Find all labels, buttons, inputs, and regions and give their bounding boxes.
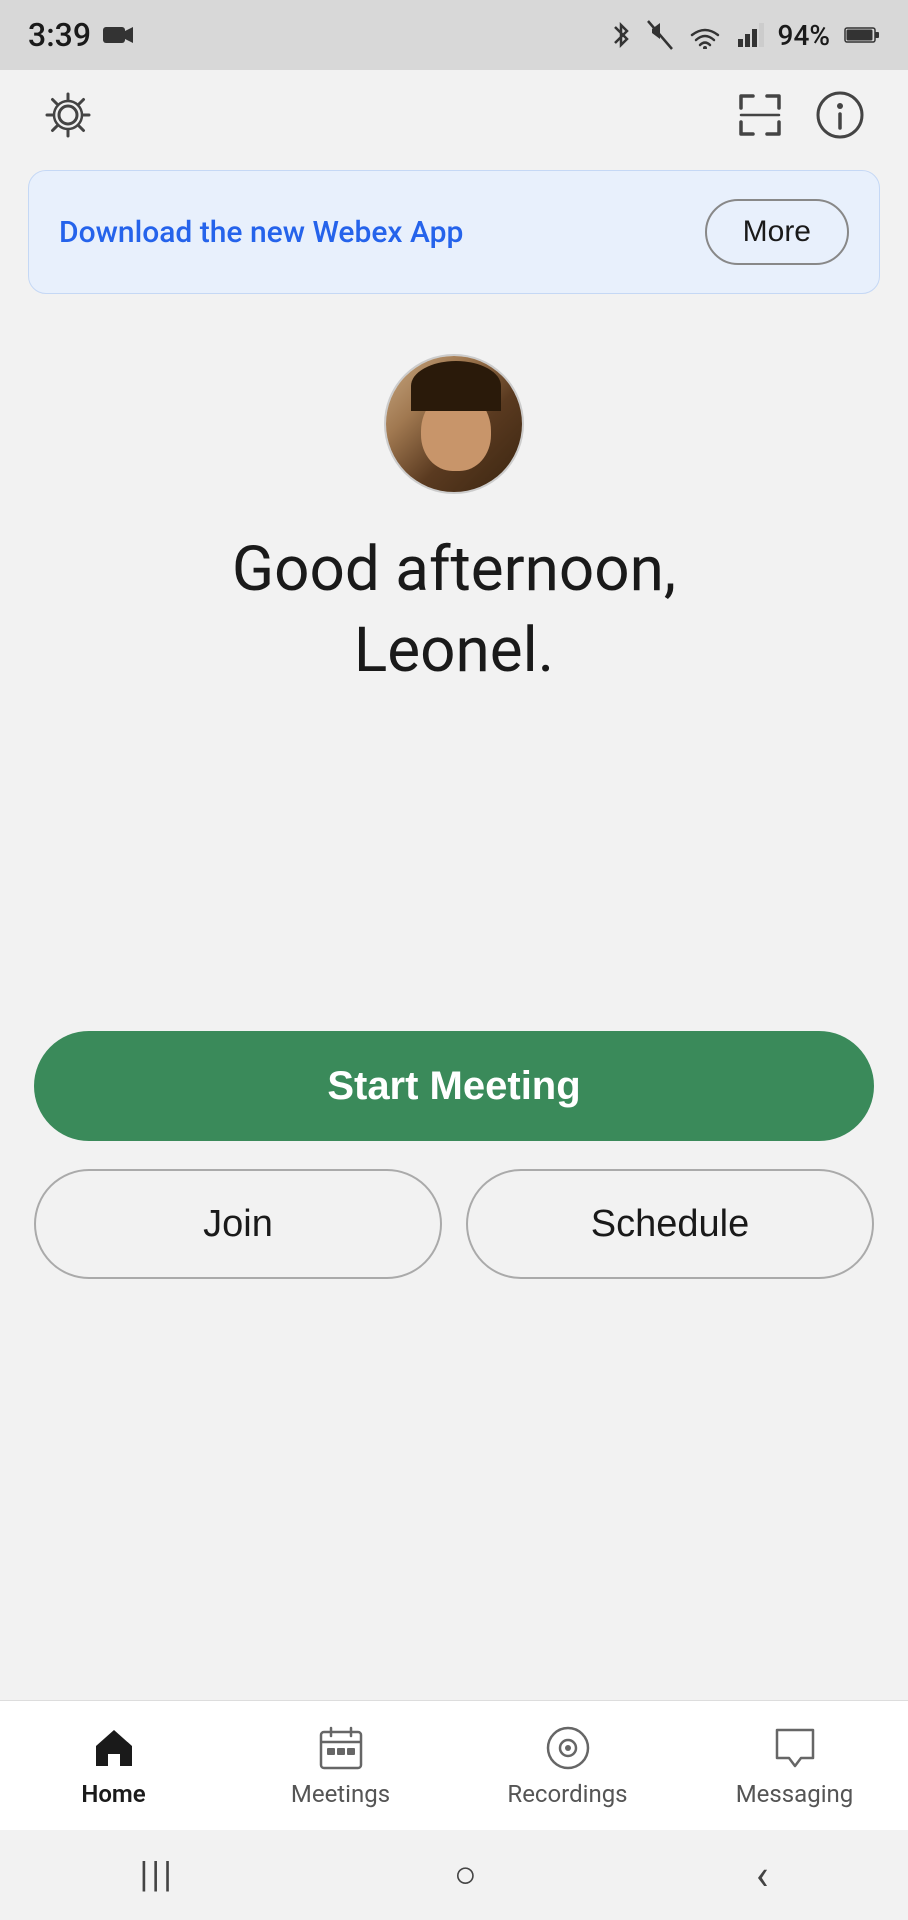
header <box>0 70 908 160</box>
status-bar: 3:39 94% <box>0 0 908 70</box>
bluetooth-icon <box>610 19 632 51</box>
status-time: 3:39 <box>28 16 135 54</box>
main-content: Good afternoon, Leonel. Start Meeting Jo… <box>0 314 908 1279</box>
bottom-nav: Home Meetings Recordings Messaging <box>0 1700 908 1830</box>
nav-messaging-label: Messaging <box>736 1780 854 1808</box>
nav-home[interactable]: Home <box>0 1724 227 1808</box>
home-button[interactable]: ○ <box>454 1853 477 1897</box>
mute-icon <box>646 19 674 51</box>
greeting-text: Good afternoon, Leonel. <box>232 530 676 691</box>
system-nav: ||| ○ ‹ <box>0 1830 908 1920</box>
avatar[interactable] <box>384 354 524 494</box>
recents-button[interactable]: ||| <box>140 1854 175 1896</box>
start-meeting-button[interactable]: Start Meeting <box>34 1031 874 1141</box>
wifi-icon <box>688 21 722 49</box>
banner-text: Download the new Webex App <box>59 215 463 250</box>
camera-status-icon <box>101 21 135 49</box>
nav-messaging[interactable]: Messaging <box>681 1724 908 1808</box>
settings-button[interactable] <box>40 87 96 143</box>
meetings-icon <box>317 1724 365 1772</box>
nav-recordings[interactable]: Recordings <box>454 1724 681 1808</box>
secondary-buttons: Join Schedule <box>34 1169 874 1279</box>
schedule-button[interactable]: Schedule <box>466 1169 874 1279</box>
recordings-icon <box>544 1724 592 1772</box>
header-right-icons <box>732 87 868 143</box>
gear-icon <box>41 88 95 142</box>
greeting-line1: Good afternoon, <box>232 533 676 606</box>
home-icon <box>90 1724 138 1772</box>
battery-display: 94% <box>778 19 830 52</box>
info-button[interactable] <box>812 87 868 143</box>
nav-home-label: Home <box>81 1780 145 1808</box>
join-button[interactable]: Join <box>34 1169 442 1279</box>
status-icons: 94% <box>610 19 880 52</box>
greeting-line2: Leonel. <box>354 614 554 687</box>
info-icon <box>813 88 867 142</box>
scan-icon <box>733 88 787 142</box>
nav-meetings-label: Meetings <box>291 1780 390 1808</box>
back-button[interactable]: ‹ <box>756 1851 769 1900</box>
signal-icon <box>736 21 764 49</box>
download-banner: Download the new Webex App More <box>28 170 880 294</box>
nav-meetings[interactable]: Meetings <box>227 1724 454 1808</box>
avatar-image <box>386 356 522 492</box>
scan-button[interactable] <box>732 87 788 143</box>
nav-recordings-label: Recordings <box>507 1780 627 1808</box>
more-button[interactable]: More <box>705 199 849 265</box>
battery-icon <box>844 25 880 45</box>
time-display: 3:39 <box>28 16 91 54</box>
messaging-icon <box>771 1724 819 1772</box>
